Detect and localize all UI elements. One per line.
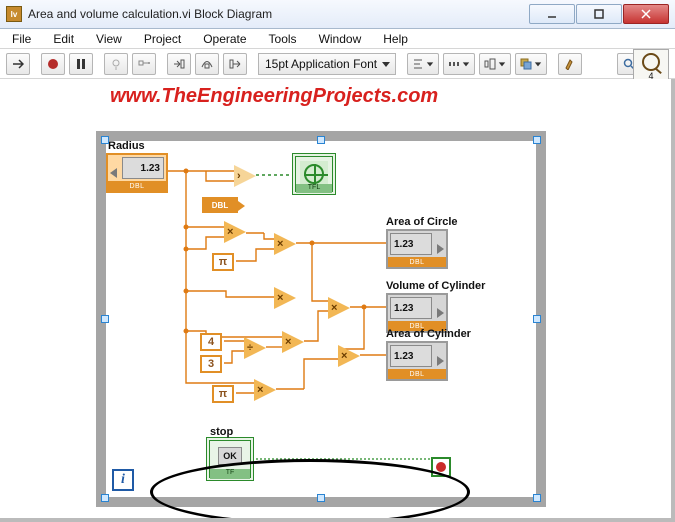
multiply-node-1[interactable]: × [224, 221, 246, 243]
multiply-node-3[interactable]: × [274, 287, 296, 309]
selection-handle[interactable] [317, 136, 325, 144]
numeric-constant-3[interactable]: 3 [200, 355, 222, 373]
menu-project[interactable]: Project [140, 31, 185, 47]
step-out-button[interactable] [223, 53, 247, 75]
run-button[interactable] [6, 53, 30, 75]
pause-button[interactable] [69, 53, 93, 75]
cleanup-button[interactable] [558, 53, 582, 75]
pi-constant-2[interactable] [212, 385, 234, 403]
selection-handle[interactable] [101, 315, 109, 323]
multiply-node-2[interactable]: × [274, 233, 296, 255]
indicator-volume-cylinder[interactable]: Volume of Cylinder 1.23 DBL [386, 293, 448, 333]
indicator-area-circle-dtype: DBL [388, 257, 446, 267]
selection-handle[interactable] [533, 315, 541, 323]
multiply-node-7[interactable]: × [254, 379, 276, 401]
express-vi-node[interactable]: TFL [292, 153, 336, 195]
block-diagram-canvas[interactable]: www.TheEngineeringProjects.com [0, 79, 675, 522]
window-title: Area and volume calculation.vi Block Dia… [28, 7, 528, 21]
reorder-menu-button[interactable] [515, 53, 547, 75]
multiply-node-5[interactable]: × [282, 331, 304, 353]
menu-bar: File Edit View Project Operate Tools Win… [0, 29, 675, 49]
iteration-terminal[interactable]: i [112, 469, 134, 491]
distribute-menu-button[interactable] [443, 53, 475, 75]
divide-node[interactable]: ÷ [244, 337, 266, 359]
toolbar: 15pt Application Font ? [0, 49, 675, 79]
probe-indicator[interactable]: DBL [202, 197, 238, 213]
indicator-volume-cylinder-label: Volume of Cylinder [386, 280, 485, 292]
indicator-area-cylinder-value: 1.23 [390, 345, 432, 367]
selection-handle[interactable] [533, 494, 541, 502]
menu-window[interactable]: Window [315, 31, 366, 47]
selection-handle[interactable] [533, 136, 541, 144]
numeric-constant-4[interactable]: 4 [200, 333, 222, 351]
font-selector-label: 15pt Application Font [265, 57, 377, 71]
annotation-ellipse [150, 459, 470, 522]
watermark-text: www.TheEngineeringProjects.com [110, 85, 438, 108]
selection-handle[interactable] [101, 494, 109, 502]
greater-than-node[interactable]: › [234, 165, 256, 187]
pi-constant-1[interactable] [212, 253, 234, 271]
control-radius[interactable]: Radius 1.23 DBL [106, 153, 168, 193]
indicator-area-circle-value: 1.23 [390, 233, 432, 255]
menu-help[interactable]: Help [379, 31, 412, 47]
multiply-node-6[interactable]: × [338, 345, 360, 367]
abort-button[interactable] [41, 53, 65, 75]
app-icon: lv [6, 6, 22, 22]
resize-menu-button[interactable] [479, 53, 511, 75]
control-radius-dtype: DBL [108, 181, 166, 191]
menu-tools[interactable]: Tools [265, 31, 301, 47]
indicator-area-cylinder[interactable]: Area of Cylinder 1.23 DBL [386, 341, 448, 381]
control-radius-label: Radius [108, 140, 145, 152]
menu-operate[interactable]: Operate [199, 31, 250, 47]
indicator-area-cylinder-label: Area of Cylinder [386, 328, 471, 340]
probe-text: DBL [212, 201, 228, 210]
selection-handle[interactable] [101, 136, 109, 144]
title-bar: lv Area and volume calculation.vi Block … [0, 0, 675, 29]
window-buttons [528, 4, 669, 24]
step-over-button[interactable] [195, 53, 219, 75]
indicator-area-circle[interactable]: Area of Circle 1.23 DBL [386, 229, 448, 269]
retain-wire-values-button[interactable] [132, 53, 156, 75]
express-vi-dtype: TFL [296, 184, 332, 193]
step-into-button[interactable] [167, 53, 191, 75]
menu-edit[interactable]: Edit [49, 31, 78, 47]
font-selector[interactable]: 15pt Application Font [258, 53, 396, 75]
while-loop[interactable]: Radius 1.23 DBL › TFL DBL × × Area of Ci… [96, 131, 546, 507]
menu-view[interactable]: View [92, 31, 126, 47]
align-menu-button[interactable] [407, 53, 439, 75]
indicator-volume-cylinder-value: 1.23 [390, 297, 432, 319]
multiply-node-4[interactable]: × [328, 297, 350, 319]
highlight-exec-button[interactable] [104, 53, 128, 75]
control-radius-value: 1.23 [122, 157, 164, 179]
indicator-area-cylinder-dtype: DBL [388, 369, 446, 379]
maximize-button[interactable] [576, 4, 622, 24]
menu-file[interactable]: File [8, 31, 35, 47]
indicator-area-circle-label: Area of Circle [386, 216, 458, 228]
stop-control-label: stop [210, 426, 233, 438]
minimize-button[interactable] [529, 4, 575, 24]
close-button[interactable] [623, 4, 669, 24]
